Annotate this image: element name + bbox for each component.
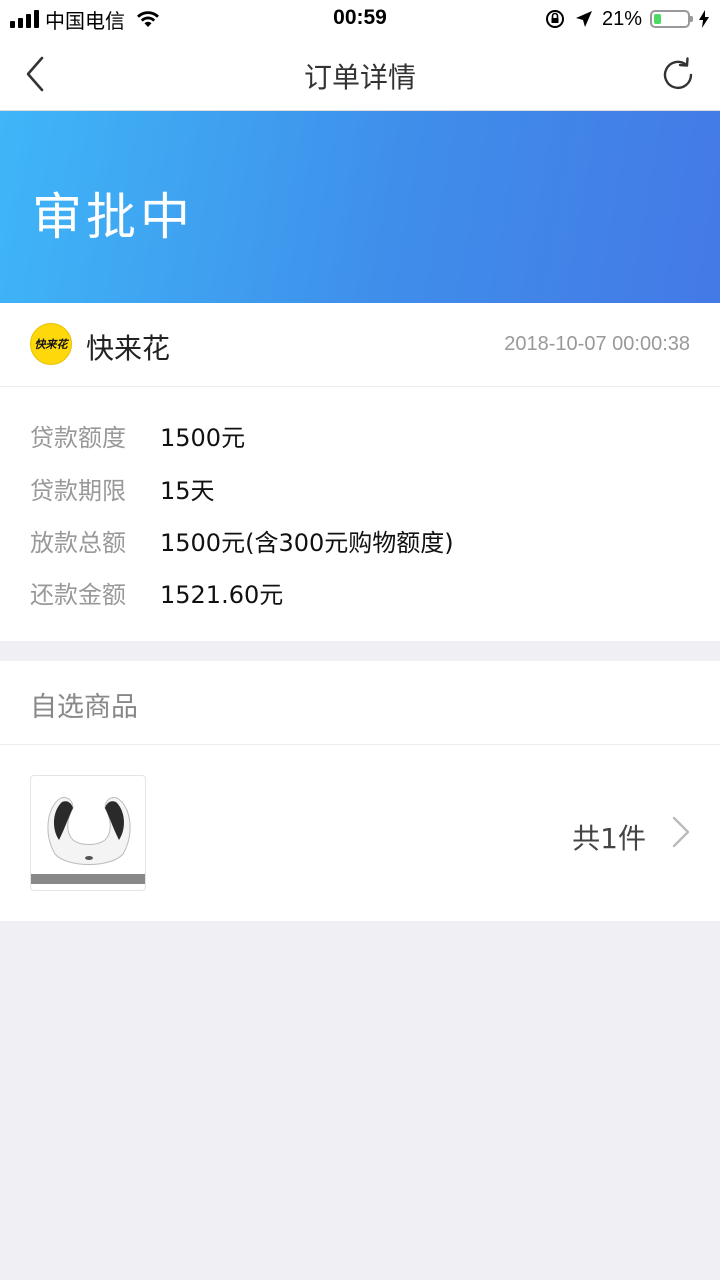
detail-row: 贷款期限 15天: [30, 468, 215, 508]
detail-label: 贷款额度: [30, 423, 126, 452]
detail-label: 放款总额: [30, 528, 126, 557]
detail-row: 还款金额 1521.60元: [30, 572, 283, 612]
battery-percent: 21%: [601, 7, 642, 30]
battery-level: [654, 14, 661, 24]
refresh-icon[interactable]: [658, 55, 698, 95]
goods-count: 共1件: [572, 822, 646, 855]
merchant-name: 快来花: [86, 332, 171, 365]
order-detail-page: 中国电信 00:59 21% 订单详情 审批中 快来花 快来花 2018-10-…: [0, 0, 720, 1280]
detail-label: 贷款期限: [30, 476, 126, 505]
chevron-right-icon: [672, 816, 690, 848]
detail-row: 贷款额度 1500元: [30, 415, 245, 455]
order-datetime: 2018-10-07 00:00:38: [504, 333, 690, 355]
detail-value: 1500元(含300元购物额度): [160, 528, 454, 557]
orientation-lock-icon: [545, 10, 564, 28]
detail-row: 放款总额 1500元(含300元购物额度): [30, 520, 454, 560]
approval-status: 审批中: [32, 188, 194, 246]
battery-icon: [650, 10, 693, 28]
charging-icon: [699, 10, 709, 28]
detail-value: 1521.60元: [160, 580, 284, 609]
merchant-row: 快来花 快来花 2018-10-07 00:00:38: [0, 303, 720, 387]
goods-section-title: 自选商品: [30, 692, 138, 723]
status-right: 21%: [544, 6, 710, 32]
detail-value: 15天: [160, 476, 215, 505]
navigation-bar: 订单详情: [0, 38, 720, 111]
status-bar: 中国电信 00:59 21%: [0, 0, 720, 38]
goods-section-header: 自选商品: [0, 661, 720, 745]
merchant-logo: 快来花: [30, 323, 72, 365]
loan-details: 贷款额度 1500元 贷款期限 15天 放款总额 1500元(含300元购物额度…: [0, 387, 720, 641]
goods-row[interactable]: 共1件: [0, 745, 720, 921]
page-title: 订单详情: [303, 61, 416, 94]
product-thumbnail: [30, 775, 146, 891]
detail-label: 还款金额: [30, 580, 126, 609]
status-banner: 审批中: [0, 111, 720, 303]
detail-value: 1500元: [160, 423, 246, 452]
location-icon: [575, 11, 592, 27]
